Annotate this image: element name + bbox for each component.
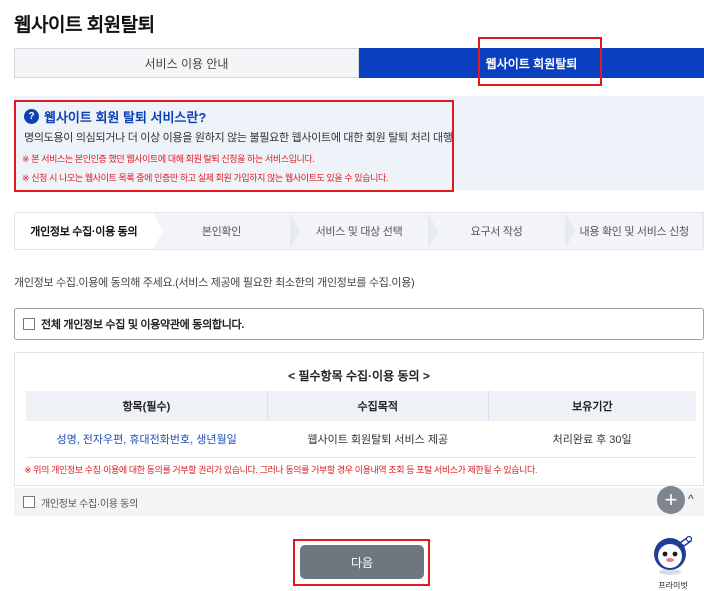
table-cell-retention: 처리완료 후 30일: [488, 421, 696, 458]
highlight-box-next: [293, 539, 430, 586]
consent-instruction: 개인정보 수집.이용에 동의해 주세요.(서비스 제공에 필요한 최소한의 개인…: [14, 277, 415, 289]
step-arrow-icon: [427, 213, 438, 249]
table-header-purpose: 수집목적: [267, 391, 489, 421]
plus-icon[interactable]: +: [657, 486, 685, 514]
step-verification: 본인확인: [153, 213, 301, 249]
agree-all-checkbox[interactable]: [23, 318, 35, 330]
step-consent: 개인정보 수집·이용 동의: [15, 213, 163, 249]
chatbot-widget[interactable]: 프라이벗: [651, 532, 695, 590]
chatbot-mascot-icon: [654, 535, 693, 575]
step-arrow-icon: [152, 213, 163, 249]
step-request-form: 요구서 작성: [428, 213, 576, 249]
chatbot-label: 프라이벗: [658, 581, 688, 590]
item-consent-checkbox[interactable]: [23, 496, 35, 508]
table-cell-purpose: 웹사이트 회원탈퇴 서비스 제공: [267, 421, 489, 458]
table-row: 성명, 전자우편, 휴대전화번호, 생년월일 웹사이트 회원탈퇴 서비스 제공 …: [26, 421, 696, 458]
agree-all-label: 전체 개인정보 수집 및 이용약관에 동의합니다.: [41, 319, 245, 331]
table-header-retention: 보유기간: [488, 391, 696, 421]
required-items-table: 항목(필수) 수집목적 보유기간 성명, 전자우편, 휴대전화번호, 생년월일 …: [26, 391, 696, 458]
highlight-box-info: [14, 100, 454, 192]
agree-all-row[interactable]: 전체 개인정보 수집 및 이용약관에 동의합니다.: [14, 308, 704, 340]
step-confirm-apply: 내용 확인 및 서비스 신청: [579, 226, 690, 238]
chevron-up-icon[interactable]: ^: [688, 492, 694, 506]
step-arrow-icon: [565, 213, 576, 249]
step-arrow-icon: [290, 213, 301, 249]
progress-steps: 개인정보 수집·이용 동의 본인확인 서비스 및 대상 선택 요구서 작성 내용…: [14, 212, 704, 250]
refusal-warning: ※ 위의 개인정보 수집·이용에 대한 동의를 거부할 권리가 있습니다. 그러…: [24, 465, 537, 475]
step-service-select: 서비스 및 대상 선택: [290, 213, 438, 249]
item-consent-label: 개인정보 수집·이용 동의: [41, 498, 138, 510]
tab-service-guide[interactable]: 서비스 이용 안내: [14, 48, 359, 78]
highlight-box-tab: [478, 37, 602, 86]
required-consent-title: < 필수항목 수집·이용 동의 >: [288, 369, 430, 383]
table-cell-items: 성명, 전자우편, 휴대전화번호, 생년월일: [26, 421, 268, 458]
table-header-items: 항목(필수): [26, 391, 268, 421]
item-consent-row[interactable]: 개인정보 수집·이용 동의: [14, 488, 704, 516]
page-title: 웹사이트 회원탈퇴: [14, 15, 155, 36]
